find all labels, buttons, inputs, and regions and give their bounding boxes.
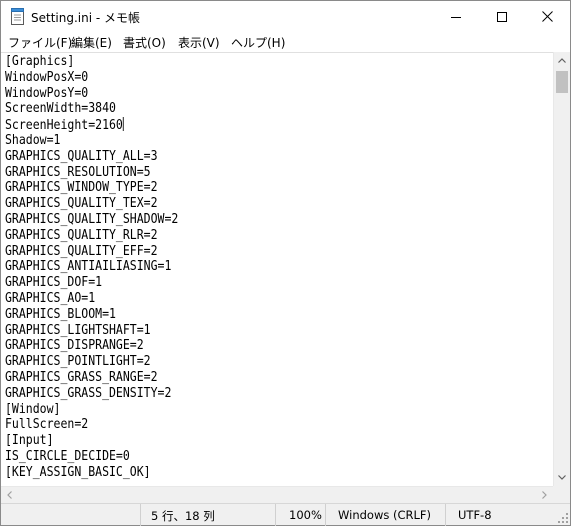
chevron-down-icon [558,475,566,480]
scroll-down-button[interactable] [554,469,570,486]
text-editor[interactable]: [Graphics] WindowPosX=0 WindowPosY=0 Screen… [1,52,553,486]
close-icon [542,11,553,22]
editor-line: IS_CIRCLE_DECIDE=0 [5,449,130,464]
menu-help[interactable]: ヘルプ(H) [231,34,285,51]
editor-line: GRAPHICS_QUALITY_ALL=3 [5,148,158,164]
editor-line: [Input] [5,433,54,449]
window-title: Setting.ini - メモ帳 [31,11,141,25]
title-bar[interactable]: Setting.ini - メモ帳 [1,1,570,32]
status-encoding-cell: UTF-8 [445,504,570,526]
chevron-left-icon [7,491,12,499]
menu-edit[interactable]: 編集(E) [71,34,112,51]
vertical-scrollbar[interactable] [553,52,570,486]
resize-grip-icon[interactable] [558,513,568,523]
editor-line: GRAPHICS_GRASS_DENSITY=2 [5,385,172,401]
status-bar: 5 行、18 列 100% Windows (CRLF) UTF-8 [1,503,570,526]
editor-line: GRAPHICS_RESOLUTION=5 [5,164,151,180]
status-position-cell: 5 行、18 列 [140,504,275,526]
status-zoom-cell: 100% [275,504,325,526]
status-line-ending-cell: Windows (CRLF) [325,504,445,526]
chevron-up-icon [558,58,566,63]
menu-file[interactable]: ファイル(F) [8,34,72,51]
menu-format[interactable]: 書式(O) [123,34,166,51]
scroll-left-button[interactable] [1,487,18,503]
editor-line: WindowPosX=0 [5,69,89,85]
editor-line: GRAPHICS_QUALITY_EFF=2 [5,243,158,259]
editor-line: GRAPHICS_QUALITY_RLR=2 [5,227,158,243]
zoom-level: 100% [289,508,322,522]
editor-line: Shadow=1 [5,133,61,148]
editor-line: GRAPHICS_QUALITY_TEX=2 [5,196,158,212]
editor-line: GRAPHICS_AO=1 [5,291,96,306]
editor-line: GRAPHICS_WINDOW_TYPE=2 [5,180,158,196]
minimize-icon [450,16,461,18]
vertical-scroll-thumb[interactable] [556,71,568,93]
editor-line: FullScreen=2 [5,417,89,433]
line-ending: Windows (CRLF) [338,508,432,522]
notepad-icon [11,8,25,25]
scrollbar-corner [553,486,570,503]
editor-line: ScreenHeight=2160 [5,117,124,134]
notepad-window: Setting.ini - メモ帳 ファイル(F) 編集(E) 書式(O) 表示… [0,0,571,526]
editor-line: [KEY_ASSIGN_BASIC_OK] [5,464,151,480]
maximize-icon [496,11,507,22]
editor-line: GRAPHICS_BLOOM=1 [5,306,116,322]
editor-line: [Graphics] [5,54,75,69]
scroll-up-button[interactable] [554,52,570,69]
text-caret [122,117,124,132]
editor-line: GRAPHICS_GRASS_RANGE=2 [5,370,158,385]
editor-line: GRAPHICS_ANTIAILIASING=1 [5,259,172,275]
cursor-position: 5 行、18 列 [151,509,215,523]
chevron-right-icon [542,491,547,499]
minimize-button[interactable] [433,1,478,32]
menu-bar: ファイル(F) 編集(E) 書式(O) 表示(V) ヘルプ(H) [1,32,570,52]
close-button[interactable] [525,1,570,32]
maximize-button[interactable] [479,1,524,32]
editor-line: [Window] [5,401,61,417]
menu-view[interactable]: 表示(V) [178,34,220,51]
editor-line: GRAPHICS_POINTLIGHT=2 [5,354,151,370]
editor-line: WindowPosY=0 [5,85,89,101]
editor-line: GRAPHICS_LIGHTSHAFT=1 [5,322,151,338]
editor-line: GRAPHICS_DOF=1 [5,275,103,291]
scroll-right-button[interactable] [536,487,553,503]
editor-line: GRAPHICS_QUALITY_SHADOW=2 [5,212,179,227]
editor-line: ScreenWidth=3840 [5,101,116,117]
editor-line: GRAPHICS_DISPRANGE=2 [5,338,144,354]
horizontal-scrollbar[interactable] [1,486,553,503]
encoding: UTF-8 [458,508,492,522]
